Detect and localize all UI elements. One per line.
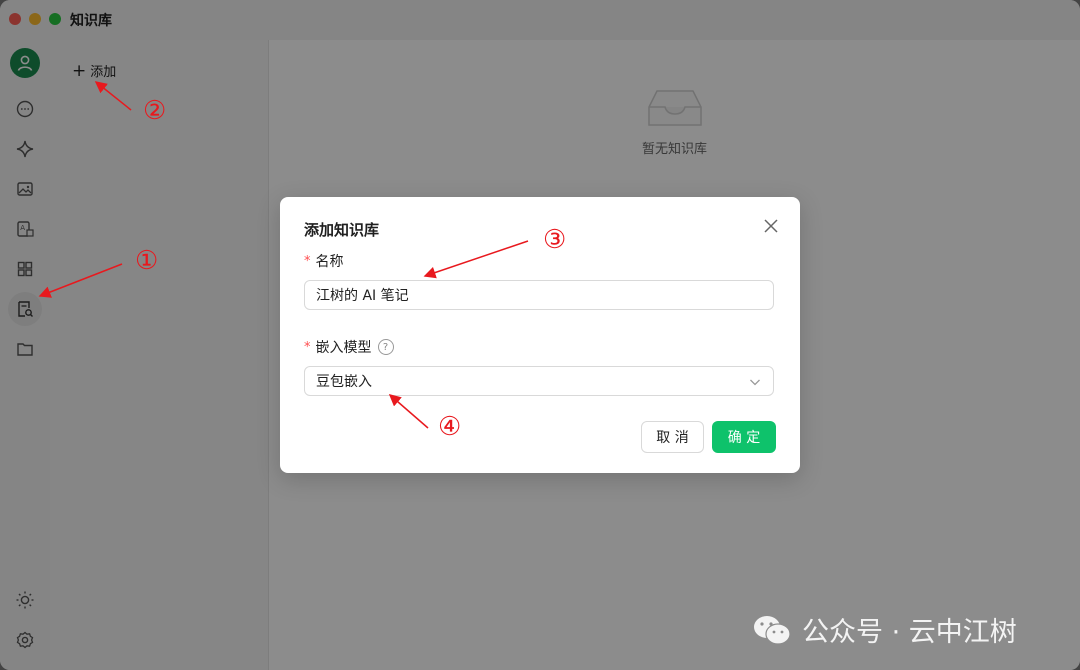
wechat-icon <box>754 615 791 645</box>
annotation-1: ① <box>135 246 159 276</box>
arrow-3 <box>423 240 529 279</box>
arrow-4 <box>388 394 429 429</box>
watermark-text: 公众号 · 云中江树 <box>802 617 1017 648</box>
arrow-1 <box>38 263 123 298</box>
watermark: 公众号 · 云中江树 <box>752 610 1017 649</box>
annotation-3: ③ <box>543 225 567 255</box>
annotation-2: ② <box>143 96 167 126</box>
annotation-4: ④ <box>438 412 462 442</box>
arrow-2 <box>94 81 132 111</box>
